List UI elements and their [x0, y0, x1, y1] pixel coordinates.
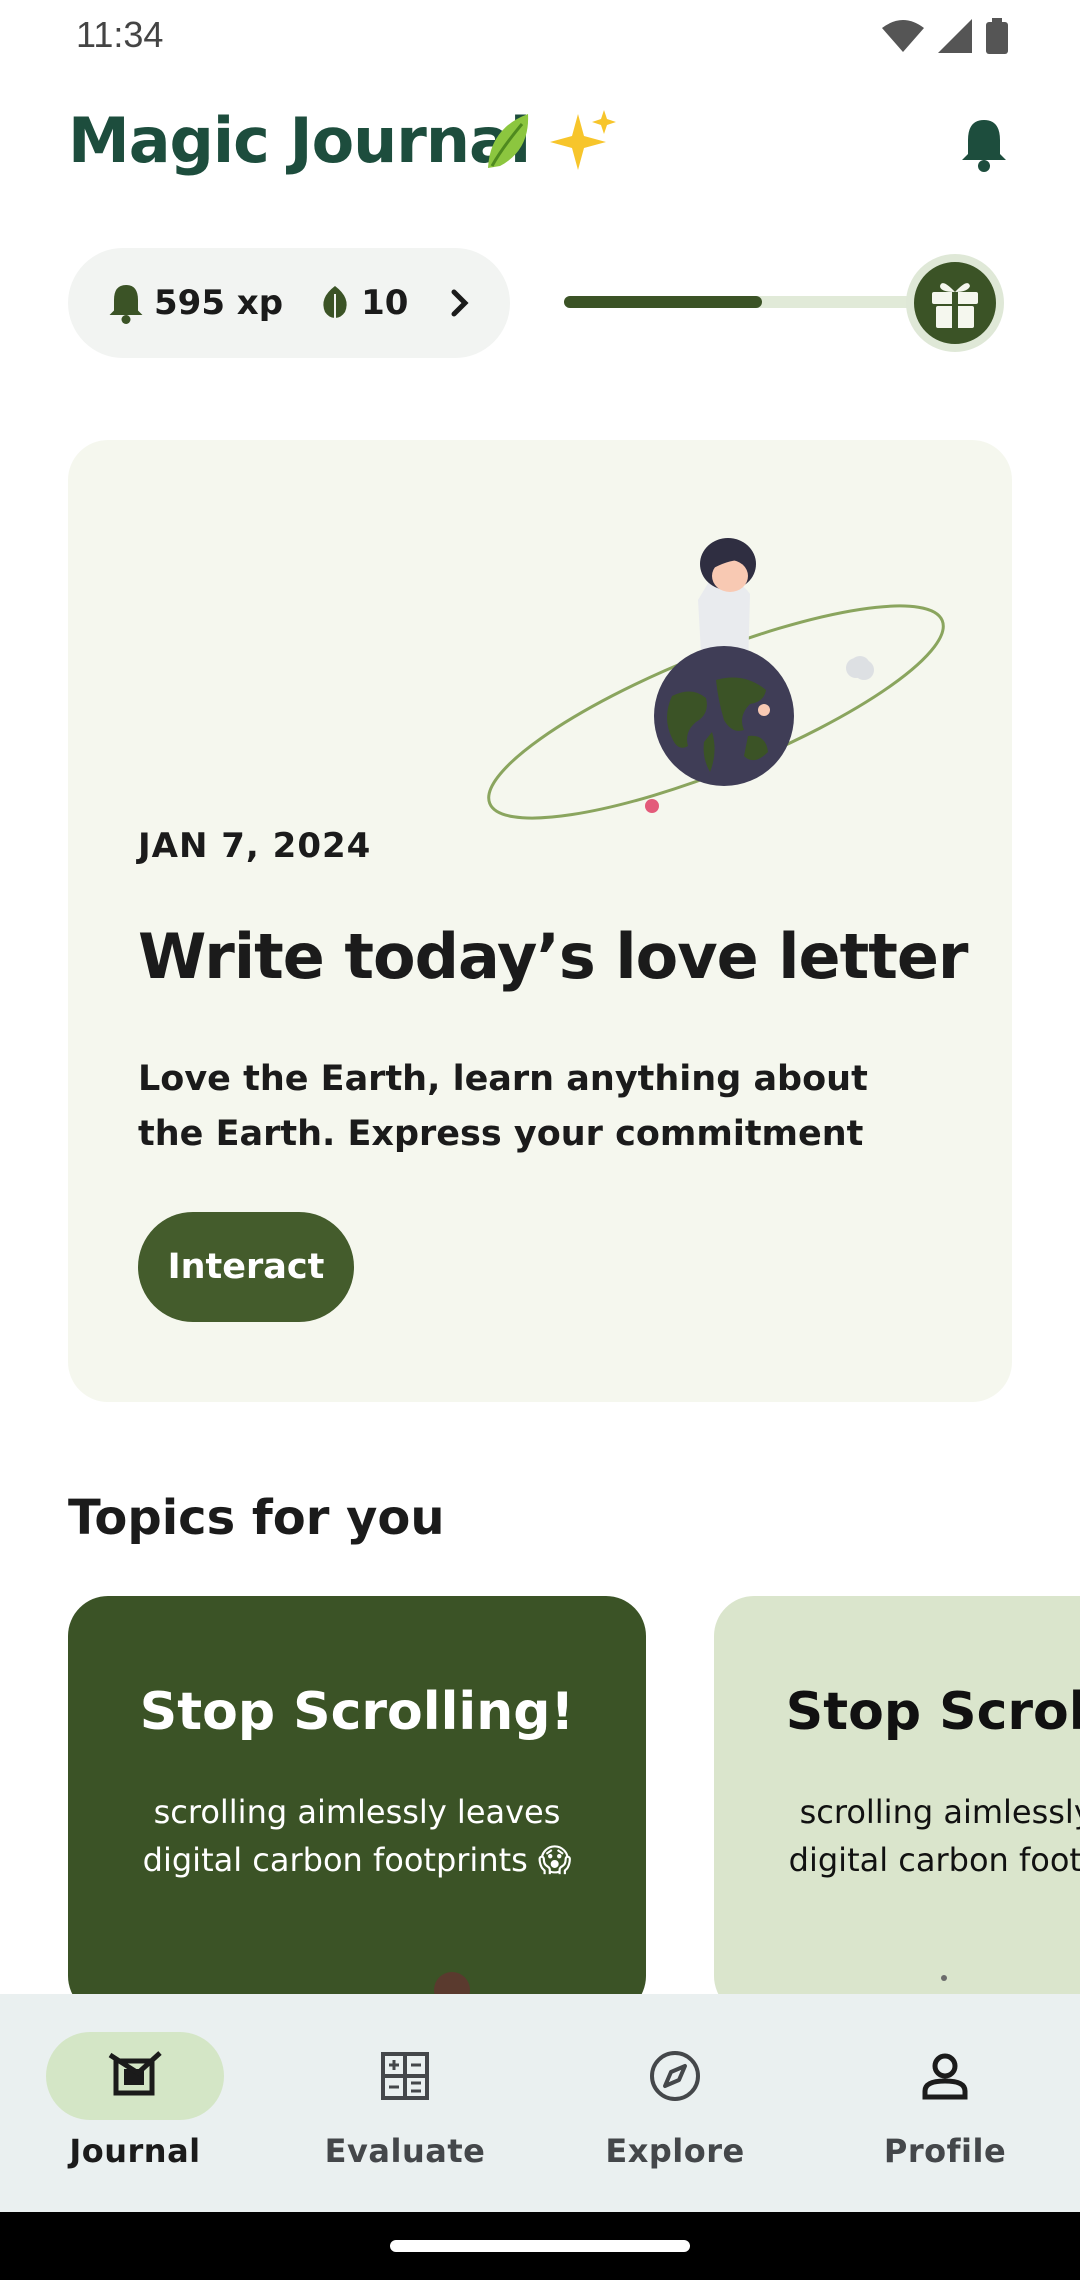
nav-evaluate[interactable]: Evaluate: [270, 1994, 540, 2212]
topic-title: Stop Scrolling!: [139, 1682, 575, 1742]
journal-prompt-description: Love the Earth, learn anything about the…: [138, 1059, 868, 1154]
topics-section-title: Topics for you: [68, 1490, 445, 1546]
bell-icon[interactable]: [960, 116, 1008, 172]
nav-explore[interactable]: Explore: [540, 1994, 810, 2212]
compass-icon: [650, 2051, 700, 2101]
xp-stat: 595 xp: [108, 282, 283, 324]
nav-profile-pill: [856, 2032, 1034, 2120]
battery-icon: [986, 18, 1008, 54]
gift-button[interactable]: [906, 254, 1004, 352]
journal-icon: [108, 2051, 162, 2096]
nav-journal[interactable]: Journal: [0, 1994, 270, 2212]
nav-evaluate-pill: [316, 2032, 494, 2120]
topic-description: scrolling aimlessly leaves digital carbo…: [142, 1793, 572, 1879]
topic-title: Stop Scrolling!: [785, 1682, 1080, 1742]
journal-prompt-title: Write today’s love letter: [138, 920, 968, 993]
wifi-icon: [882, 20, 924, 52]
leaf-icon: [323, 286, 347, 322]
nav-explore-pill: [586, 2032, 764, 2120]
daily-journal-card: JAN 7, 2024 Write today’s love letter Lo…: [68, 440, 1012, 1402]
topic-illustration: [434, 1972, 470, 1996]
leaves-value: 10: [361, 283, 409, 323]
home-indicator[interactable]: [390, 2240, 690, 2252]
person-icon: [922, 2053, 968, 2100]
reward-progress-fill: [564, 296, 762, 308]
interact-button[interactable]: Interact: [138, 1212, 354, 1322]
topic-description: scrolling aimlessly leaves digital carbo…: [788, 1793, 1080, 1879]
reward-progress-bar: [564, 296, 924, 308]
status-icons: [882, 18, 1008, 54]
nav-journal-pill: [46, 2032, 224, 2120]
status-time: 11:34: [76, 14, 164, 55]
signal-icon: [938, 19, 972, 53]
nav-evaluate-label: Evaluate: [324, 2132, 486, 2170]
calculator-icon: [381, 2052, 429, 2100]
bottom-navigation: Journal Evaluate Explore Profile: [0, 1994, 1080, 2212]
status-bar: 11:34: [0, 0, 1080, 72]
journal-date: JAN 7, 2024: [138, 826, 372, 866]
stats-pill[interactable]: 595 xp 10: [68, 248, 510, 358]
topic-card[interactable]: Stop Scrolling! scrolling aimlessly leav…: [68, 1596, 646, 1996]
leaves-stat: 10: [319, 283, 408, 323]
topics-carousel[interactable]: Stop Scrolling! scrolling aimlessly leav…: [0, 1596, 1080, 1996]
bell-small-icon: [109, 285, 143, 324]
nav-profile[interactable]: Profile: [810, 1994, 1080, 2212]
nav-profile-label: Profile: [883, 2132, 1007, 2170]
xp-value: 595 xp: [154, 283, 284, 323]
topic-illustration: [941, 1975, 947, 1981]
topic-card[interactable]: Stop Scrolling! scrolling aimlessly leav…: [714, 1596, 1080, 1996]
chevron-right-icon[interactable]: [450, 288, 470, 318]
nav-journal-label: Journal: [69, 2132, 201, 2170]
app-title: Magic Journal: [68, 104, 531, 177]
title-emoji: [478, 108, 618, 183]
earth-illustration: [487, 538, 945, 820]
gift-icon: [932, 283, 978, 328]
nav-explore-label: Explore: [605, 2132, 745, 2170]
